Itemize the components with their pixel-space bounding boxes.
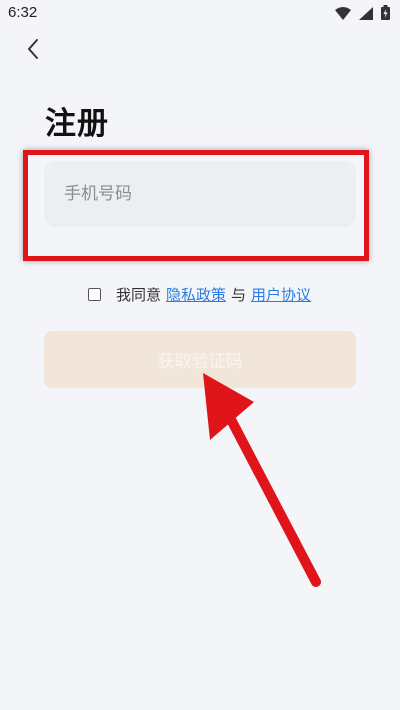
status-time: 6:32 bbox=[8, 4, 38, 21]
get-verification-code-button[interactable]: 获取验证码 bbox=[44, 331, 356, 388]
agreement-row: 我同意 隐私政策 与 用户协议 bbox=[88, 284, 311, 305]
chevron-left-icon bbox=[26, 38, 40, 64]
agreement-prefix: 我同意 bbox=[116, 286, 162, 304]
back-button[interactable] bbox=[18, 36, 48, 66]
agreement-conjunction: 与 bbox=[231, 286, 247, 304]
phone-input[interactable] bbox=[44, 161, 356, 227]
privacy-policy-link[interactable]: 隐私政策 bbox=[166, 284, 226, 305]
status-icons bbox=[335, 5, 390, 24]
status-bar: 6:32 bbox=[0, 0, 400, 28]
phone-field[interactable] bbox=[44, 161, 356, 227]
user-agreement-link[interactable]: 用户协议 bbox=[251, 284, 311, 305]
agreement-checkbox[interactable] bbox=[88, 288, 101, 301]
wifi-icon bbox=[335, 5, 351, 24]
battery-icon bbox=[381, 5, 390, 24]
signal-icon bbox=[359, 5, 373, 24]
page-title: 注册 bbox=[45, 106, 109, 142]
